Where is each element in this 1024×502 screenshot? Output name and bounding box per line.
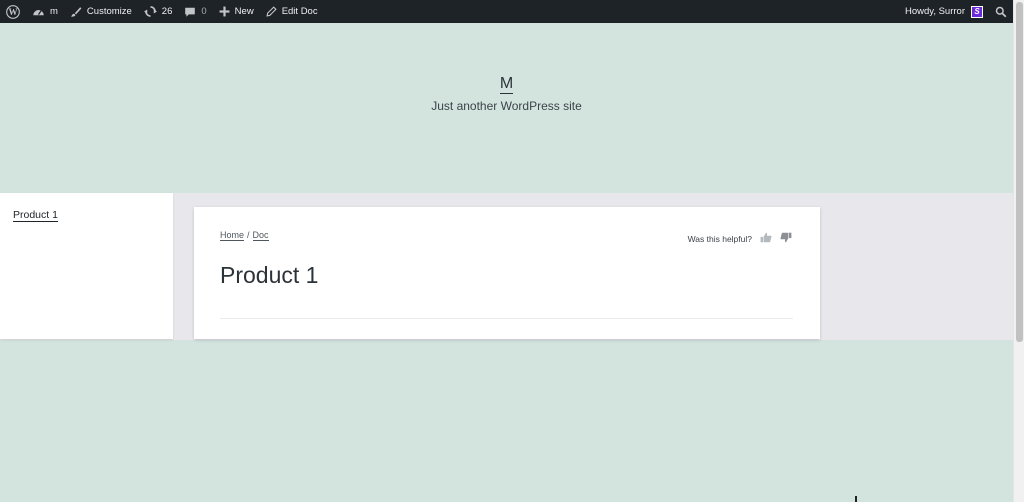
dashboard-icon <box>32 6 45 18</box>
plus-icon <box>219 6 230 17</box>
account-menu[interactable]: Howdy, Surror S <box>899 0 989 23</box>
admin-bar: W m Customize 26 0 New Edit Doc Howdy, S… <box>0 0 1013 23</box>
howdy-label: Howdy, Surror <box>904 6 965 17</box>
thumbs-down-icon <box>780 232 792 245</box>
feedback-question: Was this helpful? <box>687 233 752 244</box>
site-title-link[interactable]: M <box>499 75 514 94</box>
mouse-cursor <box>855 496 857 502</box>
breadcrumb-doc-link[interactable]: Doc <box>252 230 269 241</box>
page-scrollbar[interactable] <box>1013 0 1024 502</box>
divider <box>220 318 793 319</box>
site-tagline: Just another WordPress site <box>431 99 582 113</box>
customize-label: Customize <box>86 6 132 17</box>
comments-button[interactable]: 0 <box>178 0 212 23</box>
edit-doc-label: Edit Doc <box>281 6 318 17</box>
svg-text:W: W <box>8 7 17 17</box>
edit-doc-button[interactable]: Edit Doc <box>260 0 324 23</box>
feedback-widget: Was this helpful? <box>688 232 792 245</box>
updates-count: 26 <box>161 6 173 17</box>
wordpress-logo-menu[interactable]: W <box>0 0 26 23</box>
thumbs-up-button[interactable] <box>760 232 772 245</box>
thumbs-up-icon <box>760 232 772 245</box>
page-title: Product 1 <box>220 262 319 288</box>
brush-icon <box>70 6 82 18</box>
site-header: M Just another WordPress site <box>0 23 1013 193</box>
sidebar-item-product-1[interactable]: Product 1 <box>13 209 58 222</box>
doc-card: Home / Doc Was this helpful? Product 1 <box>194 207 820 339</box>
customize-button[interactable]: Customize <box>64 0 138 23</box>
pencil-icon <box>266 6 277 17</box>
comment-icon <box>184 6 196 18</box>
search-button[interactable] <box>989 0 1013 23</box>
breadcrumb-home-link[interactable]: Home <box>220 230 245 241</box>
new-label: New <box>234 6 254 17</box>
site-name-label: m <box>50 6 58 17</box>
wordpress-icon: W <box>6 4 20 19</box>
avatar: S <box>971 5 983 18</box>
updates-button[interactable]: 26 <box>138 0 179 23</box>
site-name-menu[interactable]: m <box>26 0 64 23</box>
new-content-button[interactable]: New <box>213 0 260 23</box>
search-icon <box>995 6 1007 18</box>
site-title[interactable]: M <box>0 75 1013 94</box>
thumbs-down-button[interactable] <box>780 232 792 245</box>
scrollbar-thumb[interactable] <box>1016 2 1023 342</box>
updates-icon <box>143 5 157 18</box>
comments-count: 0 <box>201 6 207 17</box>
breadcrumb-separator: / <box>247 230 250 240</box>
breadcrumb: Home / Doc <box>220 230 269 241</box>
docs-sidebar: Product 1 <box>0 193 173 339</box>
